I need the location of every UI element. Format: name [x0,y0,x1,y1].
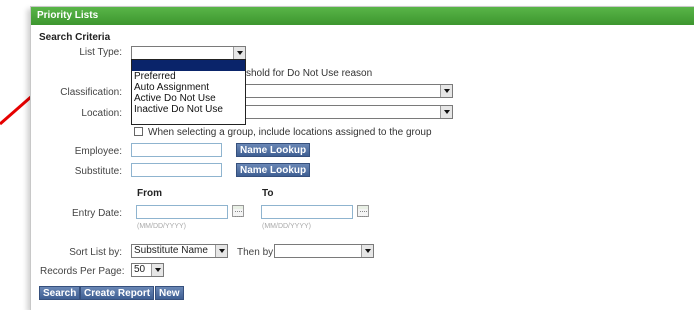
substitute-input[interactable] [131,163,222,177]
list-type-option[interactable]: Auto Assignment [132,82,245,93]
records-per-page-select[interactable]: 50 [131,263,164,277]
list-type-label: List Type: [79,47,122,58]
entry-date-label: Entry Date: [71,208,122,219]
from-label: From [137,188,162,199]
list-type-option[interactable]: Active Do Not Use [132,93,245,104]
threshold-text: shold for Do Not Use reason [246,68,373,79]
chevron-down-icon [440,85,452,97]
chevron-down-icon [361,245,373,257]
list-type-dropdown[interactable]: Preferred Auto Assignment Active Do Not … [131,59,246,125]
substitute-label: Substitute: [74,166,122,177]
include-group-label: When selecting a group, include location… [148,127,432,138]
employee-input[interactable] [131,143,222,157]
classification-label: Classification: [60,87,122,98]
list-type-option[interactable] [132,60,245,71]
new-button[interactable]: New [155,286,184,300]
calendar-icon[interactable] [357,205,369,217]
search-criteria-title: Search Criteria [39,32,111,43]
list-type-select[interactable] [131,46,246,60]
then-by-select[interactable] [274,244,374,258]
list-type-option[interactable]: Inactive Do Not Use [132,104,245,115]
list-type-option[interactable]: Preferred [132,71,245,82]
to-date-hint: (MM/DD/YYYY) [262,223,311,230]
chevron-down-icon [440,106,452,118]
include-group-checkbox[interactable] [134,127,143,136]
from-date-hint: (MM/DD/YYYY) [137,223,186,230]
chevron-down-icon [151,264,163,276]
calendar-icon[interactable] [232,205,244,217]
chevron-down-icon [233,47,245,59]
location-label: Location: [81,108,122,119]
substitute-name-lookup-button[interactable]: Name Lookup [236,163,311,177]
entry-date-from-input[interactable] [136,205,228,219]
search-button[interactable]: Search [39,286,81,300]
to-label: To [262,188,274,199]
entry-date-to-input[interactable] [261,205,353,219]
records-per-page-label: Records Per Page: [40,266,125,277]
employee-name-lookup-button[interactable]: Name Lookup [236,143,311,157]
panel-title: Priority Lists [31,7,694,25]
create-report-button[interactable]: Create Report [80,286,155,300]
then-by-label: Then by [237,247,274,258]
chevron-down-icon [215,245,227,257]
employee-label: Employee: [74,146,122,157]
priority-lists-panel: Priority Lists [30,6,694,310]
sort-list-select[interactable]: Substitute Name [131,244,228,258]
sort-list-label: Sort List by: [69,247,122,258]
